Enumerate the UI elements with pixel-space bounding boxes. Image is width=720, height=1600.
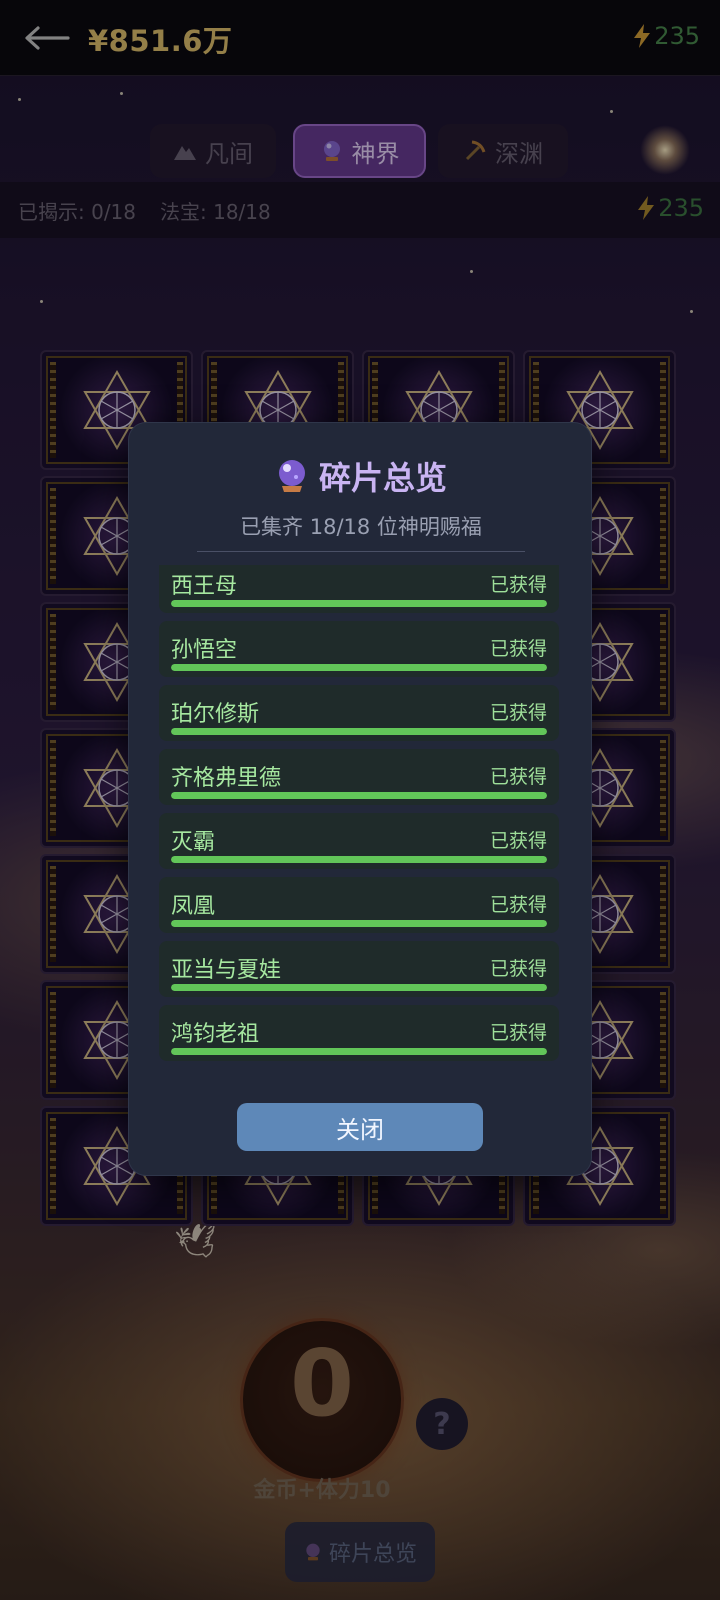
- fragment-name: 孙悟空: [171, 638, 238, 663]
- fragment-list-inner: 西王母 已获得 孙悟空 已获得 珀尔修斯 已获得 齐格弗里德 已获得 灭霸 已获得 凤凰 已获得 亚当与…: [159, 565, 559, 1069]
- fragment-progress-fill: [171, 984, 547, 991]
- fragment-progress-bar: [171, 728, 547, 735]
- fragment-name: 鸿钧老祖: [171, 1022, 260, 1047]
- fragment-name: 珀尔修斯: [171, 702, 260, 727]
- fragment-progress-bar: [171, 856, 547, 863]
- fragment-progress-fill: [171, 664, 547, 671]
- fragment-item: 珀尔修斯 已获得: [159, 685, 559, 741]
- fragment-item: 孙悟空 已获得: [159, 621, 559, 677]
- fragment-progress-bar: [171, 1048, 547, 1055]
- fragment-progress-bar: [171, 920, 547, 927]
- fragment-status: 已获得: [489, 574, 547, 596]
- fragment-list[interactable]: 西王母 已获得 孙悟空 已获得 珀尔修斯 已获得 齐格弗里德 已获得 灭霸 已获得 凤凰 已获得 亚当与…: [159, 565, 579, 1093]
- fragment-name: 齐格弗里德: [171, 766, 282, 791]
- fragment-status: 已获得: [489, 958, 547, 980]
- fragment-item: 亚当与夏娃 已获得: [159, 941, 559, 997]
- fragment-item: 鸿钧老祖 已获得: [159, 1005, 559, 1061]
- fragment-progress-bar: [171, 792, 547, 799]
- fragment-name: 亚当与夏娃: [171, 958, 282, 983]
- fragment-progress-fill: [171, 792, 547, 799]
- fragment-status: 已获得: [489, 894, 547, 916]
- close-button[interactable]: 关闭: [237, 1103, 483, 1151]
- fragment-name: 凤凰: [171, 894, 216, 919]
- crystal-ball-icon: [275, 458, 309, 494]
- fragment-progress-bar: [171, 984, 547, 991]
- fragment-progress-fill: [171, 920, 547, 927]
- fragment-progress-fill: [171, 856, 547, 863]
- fragment-item: 凤凰 已获得: [159, 877, 559, 933]
- modal-title-text: 碎片总览: [318, 459, 447, 497]
- fragment-status: 已获得: [489, 830, 547, 852]
- modal-subtitle: 已集齐 18/18 位神明赐福: [240, 515, 482, 539]
- fragment-progress-fill: [171, 1048, 547, 1055]
- fragment-item: 西王母 已获得: [159, 565, 559, 613]
- fragment-item: 灭霸 已获得: [159, 813, 559, 869]
- fragment-progress-fill: [171, 728, 547, 735]
- modal-title: 碎片总览: [129, 453, 593, 499]
- fragment-progress-bar: [171, 664, 547, 671]
- fragment-status: 已获得: [489, 638, 547, 660]
- divider: [197, 551, 525, 552]
- fragment-name: 灭霸: [171, 830, 216, 855]
- fragment-status: 已获得: [489, 1022, 547, 1044]
- fragment-status: 已获得: [489, 766, 547, 788]
- fragment-progress-fill: [171, 600, 547, 607]
- fragment-status: 已获得: [489, 702, 547, 724]
- fragment-progress-bar: [171, 600, 547, 607]
- fragment-overview-modal: 碎片总览 已集齐 18/18 位神明赐福 西王母 已获得 孙悟空 已获得 珀尔修斯 已获得…: [128, 422, 592, 1176]
- fragment-name: 西王母: [171, 574, 238, 599]
- fragment-item: 齐格弗里德 已获得: [159, 749, 559, 805]
